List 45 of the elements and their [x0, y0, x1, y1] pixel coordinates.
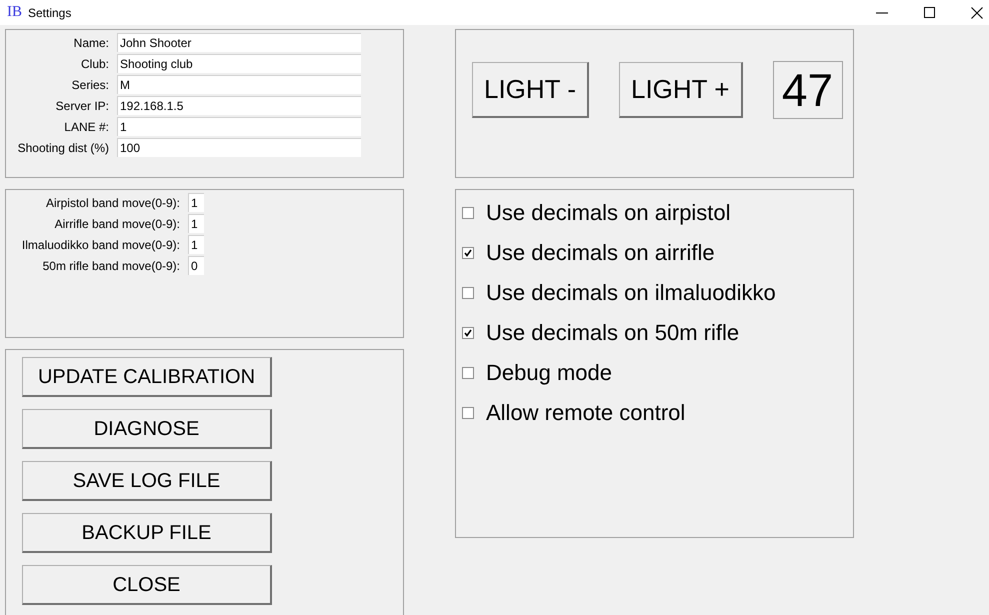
app-logo: IB: [7, 5, 22, 20]
field-label: Club:: [80, 56, 109, 72]
window-title: Settings: [28, 4, 72, 22]
number-field[interactable]: 1: [188, 214, 204, 233]
text-field[interactable]: 100: [117, 138, 361, 157]
action-button[interactable]: CLOSE: [22, 565, 272, 605]
light-value: 47: [772, 61, 842, 119]
option-label: Use decimals on airpistol: [486, 199, 731, 227]
option-label: Allow remote control: [486, 399, 686, 427]
number-field[interactable]: 0: [188, 256, 204, 275]
checkbox[interactable]: [462, 286, 474, 298]
field-label: 50m rifle band move(0-9):: [42, 258, 180, 274]
action-button[interactable]: SAVE LOG FILE: [22, 461, 272, 501]
close-icon[interactable]: [971, 6, 983, 18]
field-label: Server IP:: [54, 98, 109, 114]
light-button[interactable]: LIGHT +: [618, 62, 742, 118]
text-field[interactable]: 1: [117, 117, 361, 136]
field-label: Airpistol band move(0-9):: [44, 194, 180, 212]
field-label: Series:: [70, 76, 109, 94]
checkbox[interactable]: [462, 246, 474, 258]
field-label: Ilmaluodikko band move(0-9):: [20, 236, 180, 254]
maximize-icon[interactable]: [924, 7, 935, 18]
option-label: Use decimals on ilmaluodikko: [486, 279, 776, 307]
field-label: LANE #:: [63, 118, 109, 136]
checkbox[interactable]: [462, 326, 474, 338]
field-label: Airrifle band move(0-9):: [54, 216, 180, 232]
text-field[interactable]: M: [117, 75, 361, 94]
minimize-icon[interactable]: [876, 12, 888, 14]
number-field[interactable]: 1: [188, 193, 204, 212]
checkbox[interactable]: [462, 206, 474, 218]
text-field[interactable]: Shooting club: [117, 54, 361, 73]
option-label: Use decimals on 50m rifle: [486, 319, 740, 347]
option-label: Use decimals on airrifle: [486, 239, 715, 267]
checkbox[interactable]: [462, 406, 474, 418]
option-label: Debug mode: [486, 359, 612, 387]
number-field[interactable]: 1: [188, 235, 204, 254]
text-field[interactable]: John Shooter: [117, 33, 361, 52]
action-button[interactable]: UPDATE CALIBRATION: [22, 357, 272, 397]
field-label: Name:: [72, 34, 109, 52]
field-label: Shooting dist (%): [16, 140, 109, 156]
action-button[interactable]: DIAGNOSE: [22, 409, 272, 449]
text-field[interactable]: 192.168.1.5: [117, 96, 361, 115]
checkbox[interactable]: [462, 366, 474, 378]
light-button[interactable]: LIGHT -: [472, 62, 589, 118]
action-button[interactable]: BACKUP FILE: [22, 513, 272, 553]
